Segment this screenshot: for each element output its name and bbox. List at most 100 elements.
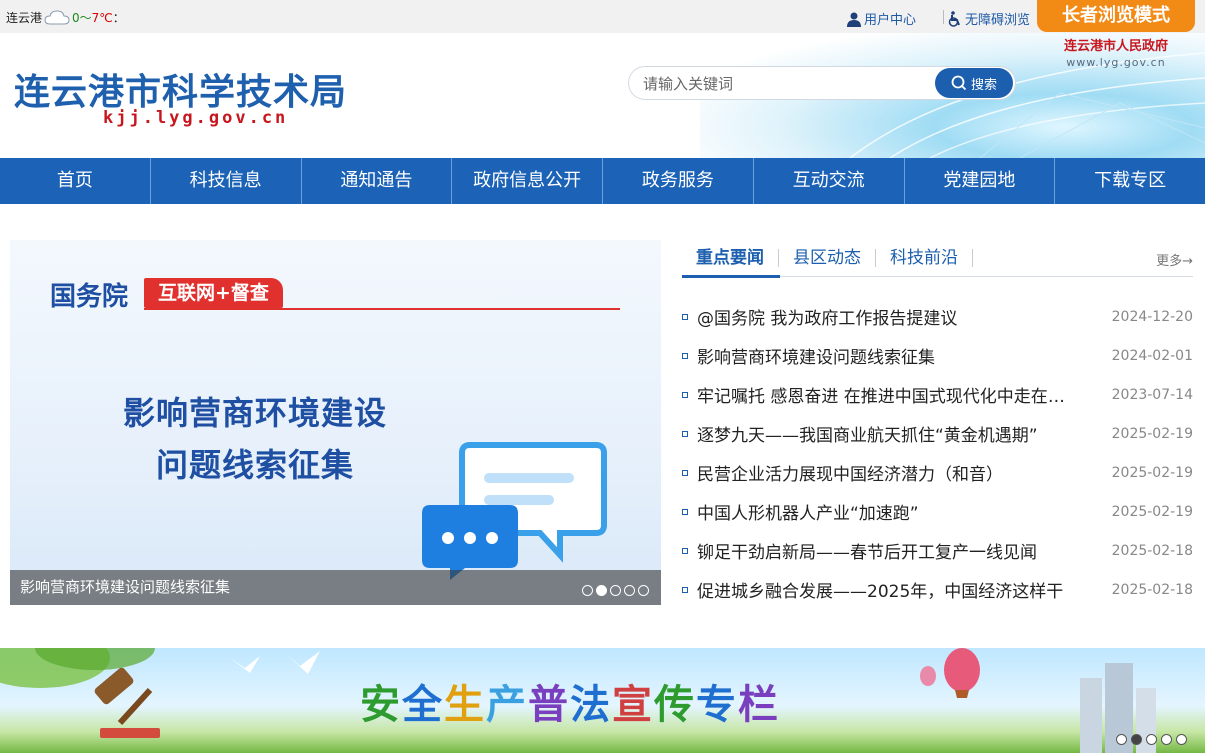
active-tab-indicator [682,275,780,278]
list-item[interactable]: 促进城乡融合发展——2025年，中国经济这样干 2025-02-18 [682,570,1193,609]
search-input[interactable] [643,73,933,95]
search-icon [951,75,967,91]
nav-item-tech-info[interactable]: 科技信息 [151,158,302,204]
topbar-divider [943,10,944,24]
weather-temp-low: 0～ [72,11,92,25]
list-item[interactable]: 牢记嘱托 感恩奋进 在推进中国式现代化中走在前做示范 2023-07-14 [682,375,1193,414]
list-item[interactable]: 影响营商环境建设问题线索征集 2024-02-01 [682,336,1193,375]
carousel-dot[interactable] [610,585,621,596]
news-list: @国务院 我为政府工作报告提建议 2024-12-20 影响营商环境建设问题线索征… [682,297,1193,609]
list-item[interactable]: 民营企业活力展现中国经济潜力（和音） 2025-02-19 [682,453,1193,492]
tab-county-news[interactable]: 县区动态 [779,249,876,267]
bullet-icon [682,430,688,437]
nav-item-home[interactable]: 首页 [0,158,151,204]
news-title[interactable]: 中国人形机器人产业“加速跑” [697,499,1067,524]
news-date: 2025-02-19 [1111,425,1193,442]
carousel-dot[interactable] [638,585,649,596]
search-bar: 搜索 [628,66,1016,100]
slide-graphic-heading: 国务院 [50,282,129,312]
carousel-dot-active[interactable] [596,585,607,596]
nav-item-notices[interactable]: 通知通告 [302,158,453,204]
banner-dot-active[interactable] [1131,734,1142,745]
carousel-dots [582,585,649,596]
slide-divider [144,308,620,310]
news-date: 2025-02-18 [1111,581,1193,598]
news-title[interactable]: @国务院 我为政府工作报告提建议 [697,304,1067,329]
news-title[interactable]: 逐梦九天——我国商业航天抓住“黄金机遇期” [697,421,1067,446]
bullet-icon [682,508,688,515]
news-date: 2025-02-18 [1111,542,1193,559]
banner-dot[interactable] [1146,734,1157,745]
safety-law-banner[interactable]: 安全生产普法宣传专栏 [0,648,1205,753]
list-item[interactable]: 铆足干劲启新局——春节后开工复产一线见闻 2025-02-18 [682,531,1193,570]
news-panel: 重点要闻 县区动态 科技前沿 更多→ @国务院 我为政府工作报告提建议 2024-… [682,240,1193,609]
cloud-icon [44,9,70,24]
carousel-dot[interactable] [624,585,635,596]
slide-graphic-line1: 影响营商环境建设 [122,394,387,432]
banner-title: 安全生产普法宣传专栏 [360,682,780,728]
banner-char: 生 [444,682,486,728]
news-title[interactable]: 铆足干劲启新局——春节后开工复产一线见闻 [697,538,1067,563]
news-title[interactable]: 牢记嘱托 感恩奋进 在推进中国式现代化中走在前做示范 [697,382,1067,407]
news-date: 2025-02-19 [1111,503,1193,520]
list-item[interactable]: 中国人形机器人产业“加速跑” 2025-02-19 [682,492,1193,531]
banner-char: 宣 [612,682,654,728]
banner-char: 法 [570,682,612,728]
bullet-icon [682,313,688,320]
banner-text: 安全生产普法宣传专栏 [360,672,780,730]
banner-char: 普 [528,682,570,728]
bullet-icon [682,547,688,554]
weather-city: 连云港 [6,11,43,25]
chat-bubbles-icon [422,442,607,580]
banner-char: 专 [696,682,738,728]
nav-item-party-building[interactable]: 党建园地 [905,158,1056,204]
news-date: 2023-07-14 [1111,386,1193,403]
gov-name: 连云港市人民政府 [1063,39,1168,54]
banner-char: 安 [360,682,402,728]
news-title[interactable]: 民营企业活力展现中国经济潜力（和音） [697,460,1067,485]
bullet-icon [682,469,688,476]
search-button[interactable]: 搜索 [935,68,1013,98]
news-date: 2024-12-20 [1111,308,1193,325]
list-item[interactable]: 逐梦九天——我国商业航天抓住“黄金机遇期” 2025-02-19 [682,414,1193,453]
tab-tech-frontier[interactable]: 科技前沿 [876,249,973,267]
banner-char: 传 [654,682,696,728]
banner-dots [1116,734,1187,745]
news-date: 2025-02-19 [1111,464,1193,481]
nav-item-gov-disclosure[interactable]: 政府信息公开 [452,158,603,204]
gov-domain: www.lyg.gov.cn [1066,56,1166,69]
bullet-icon [682,586,688,593]
list-item[interactable]: @国务院 我为政府工作报告提建议 2024-12-20 [682,297,1193,336]
news-title[interactable]: 促进城乡融合发展——2025年，中国经济这样干 [697,577,1067,602]
bullet-icon [682,352,688,359]
more-link[interactable]: 更多→ [1156,250,1193,269]
nav-item-downloads[interactable]: 下载专区 [1055,158,1205,204]
news-title[interactable]: 影响营商环境建设问题线索征集 [697,343,1067,368]
elder-mode-button[interactable]: 长者浏览模式 [1037,0,1195,32]
wheelchair-icon [948,10,960,27]
tab-key-news[interactable]: 重点要闻 [682,249,779,267]
weather-suffix: ： [112,11,125,25]
banner-dot[interactable] [1176,734,1187,745]
banner-char: 栏 [738,682,780,728]
news-tabs: 重点要闻 县区动态 科技前沿 更多→ [682,240,1193,278]
carousel-dot[interactable] [582,585,593,596]
gov-portal-link[interactable]: 连云港市人民政府 www.lyg.gov.cn [1060,35,1172,69]
banner-dot[interactable] [1161,734,1172,745]
weather-temp-high: 7℃ [91,10,113,25]
user-icon [847,12,861,27]
slide-caption[interactable]: 影响营商环境建设问题线索征集 [10,570,661,605]
bullet-icon [682,391,688,398]
site-domain: kjj.lyg.gov.cn [103,108,289,128]
image-carousel[interactable]: 国务院 互联网+督查 影响营商环境建设 问题线索征集 影响营商环境建设问题线索征… [10,240,661,605]
nav-item-gov-services[interactable]: 政务服务 [603,158,754,204]
main-nav: 首页 科技信息 通知通告 政府信息公开 政务服务 互动交流 党建园地 下载专区 [0,158,1205,204]
weather-widget: 连云港 0～ 7℃ ： [6,9,125,26]
banner-dot[interactable] [1116,734,1127,745]
accessible-link[interactable]: 无障碍浏览 [948,9,1030,28]
news-date: 2024-02-01 [1111,347,1193,364]
nav-item-interaction[interactable]: 互动交流 [754,158,905,204]
slide-graphic-tag: 互联网+督查 [144,278,283,308]
top-bar: 连云港 0～ 7℃ ： 用户中心 无障碍浏览 长者浏览模式 [0,0,1205,33]
user-center-link[interactable]: 用户中心 [846,9,916,28]
